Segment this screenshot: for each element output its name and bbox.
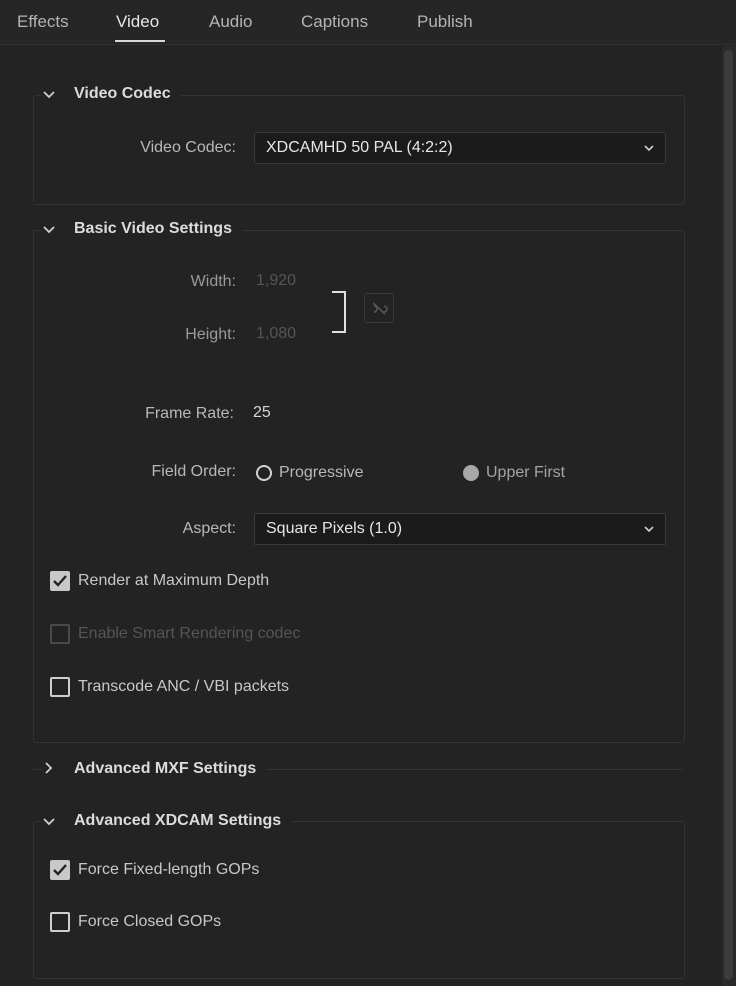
video-codec-value: XDCAMHD 50 PAL (4:2:2) <box>266 139 453 156</box>
fixed-length-gops-checkbox[interactable]: Force Fixed-length GOPs <box>50 860 259 880</box>
width-label: Width: <box>190 273 236 290</box>
smart-rendering-checkbox: Enable Smart Rendering codec <box>50 624 300 644</box>
height-value[interactable]: 1,080 <box>256 325 296 343</box>
radio-unselected-icon <box>256 465 272 481</box>
tab-captions[interactable]: Captions <box>301 12 368 32</box>
scrollbar-thumb[interactable] <box>724 50 733 980</box>
advanced-mxf-title: Advanced MXF Settings <box>74 760 257 777</box>
basic-video-settings-header[interactable]: Basic Video Settings <box>42 220 242 238</box>
video-codec-header[interactable]: Video Codec <box>42 85 181 103</box>
closed-gops-checkbox[interactable]: Force Closed GOPs <box>50 912 221 932</box>
video-codec-label: Video Codec: <box>140 139 236 156</box>
checkmark-icon <box>50 860 70 880</box>
unlink-icon <box>368 297 390 324</box>
transcode-anc-checkbox[interactable]: Transcode ANC / VBI packets <box>50 677 289 697</box>
advanced-mxf-header[interactable]: Advanced MXF Settings <box>42 760 267 778</box>
frame-rate-value[interactable]: 25 <box>253 404 271 422</box>
height-label: Height: <box>185 326 236 343</box>
progressive-label: Progressive <box>279 464 364 481</box>
aspect-dropdown[interactable]: Square Pixels (1.0) <box>254 513 666 545</box>
checkbox-disabled-icon <box>50 624 70 644</box>
advanced-xdcam-title: Advanced XDCAM Settings <box>74 812 282 829</box>
tab-video[interactable]: Video <box>116 12 159 32</box>
chevron-down-icon[interactable] <box>42 222 56 237</box>
link-dimensions-button[interactable] <box>364 293 394 323</box>
advanced-xdcam-header[interactable]: Advanced XDCAM Settings <box>42 812 292 830</box>
chevron-down-icon <box>643 141 655 159</box>
advanced-xdcam-panel <box>33 821 685 979</box>
fixed-length-gops-label: Force Fixed-length GOPs <box>78 861 260 878</box>
render-max-depth-checkbox[interactable]: Render at Maximum Depth <box>50 571 269 591</box>
chevron-down-icon[interactable] <box>42 814 56 829</box>
scrollbar[interactable] <box>722 46 736 986</box>
chevron-right-icon[interactable] <box>42 761 56 777</box>
basic-video-settings-panel <box>33 230 685 743</box>
checkmark-icon <box>50 571 70 591</box>
field-order-upper-first-radio[interactable]: Upper First <box>463 464 565 482</box>
active-tab-indicator <box>115 40 165 42</box>
closed-gops-label: Force Closed GOPs <box>78 913 222 930</box>
chevron-down-icon <box>643 522 655 540</box>
width-value[interactable]: 1,920 <box>256 272 296 290</box>
video-codec-dropdown[interactable]: XDCAMHD 50 PAL (4:2:2) <box>254 132 666 164</box>
transcode-anc-label: Transcode ANC / VBI packets <box>78 678 290 695</box>
checkbox-unchecked-icon <box>50 912 70 932</box>
tab-audio[interactable]: Audio <box>209 12 252 32</box>
tab-bar: Effects Video Audio Captions Publish <box>0 0 736 45</box>
tab-effects[interactable]: Effects <box>17 12 69 32</box>
aspect-value: Square Pixels (1.0) <box>266 520 403 537</box>
aspect-label: Aspect: <box>182 520 236 537</box>
frame-rate-label: Frame Rate: <box>145 405 234 422</box>
chevron-down-icon[interactable] <box>42 87 56 102</box>
field-order-progressive-radio[interactable]: Progressive <box>256 464 363 482</box>
tab-publish[interactable]: Publish <box>417 12 473 32</box>
video-codec-title: Video Codec <box>74 85 171 102</box>
render-max-depth-label: Render at Maximum Depth <box>78 572 270 589</box>
checkbox-unchecked-icon <box>50 677 70 697</box>
smart-rendering-label: Enable Smart Rendering codec <box>78 625 301 642</box>
basic-video-settings-title: Basic Video Settings <box>74 220 232 237</box>
dimension-link-bracket <box>332 291 346 333</box>
radio-selected-icon <box>463 465 479 481</box>
upper-first-label: Upper First <box>486 464 566 481</box>
field-order-label: Field Order: <box>151 463 236 480</box>
